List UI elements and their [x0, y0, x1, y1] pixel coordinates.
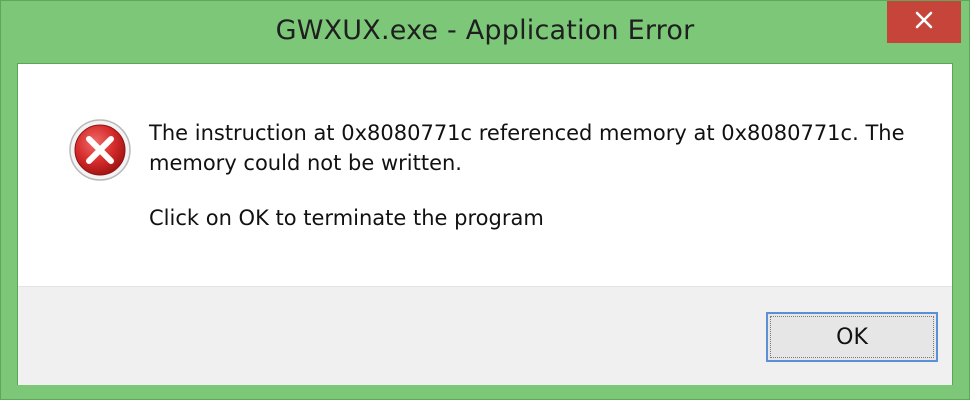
message-area: The instruction at 0x8080771c referenced… [18, 64, 952, 286]
error-icon [68, 118, 132, 182]
message-line-1: The instruction at 0x8080771c referenced… [149, 121, 905, 175]
button-bar: OK [18, 286, 952, 385]
message-line-2: Click on OK to terminate the program [149, 206, 544, 230]
title-bar[interactable]: GWXUX.exe - Application Error [1, 1, 969, 63]
dialog-client-area: The instruction at 0x8080771c referenced… [17, 63, 953, 385]
application-error-dialog: GWXUX.exe - Application Error The instru… [0, 0, 970, 400]
close-button[interactable] [887, 1, 961, 43]
ok-button-label: OK [836, 324, 868, 350]
close-icon [914, 10, 934, 34]
window-title: GWXUX.exe - Application Error [275, 15, 695, 46]
error-message: The instruction at 0x8080771c referenced… [149, 118, 919, 233]
ok-button[interactable]: OK [766, 312, 938, 362]
